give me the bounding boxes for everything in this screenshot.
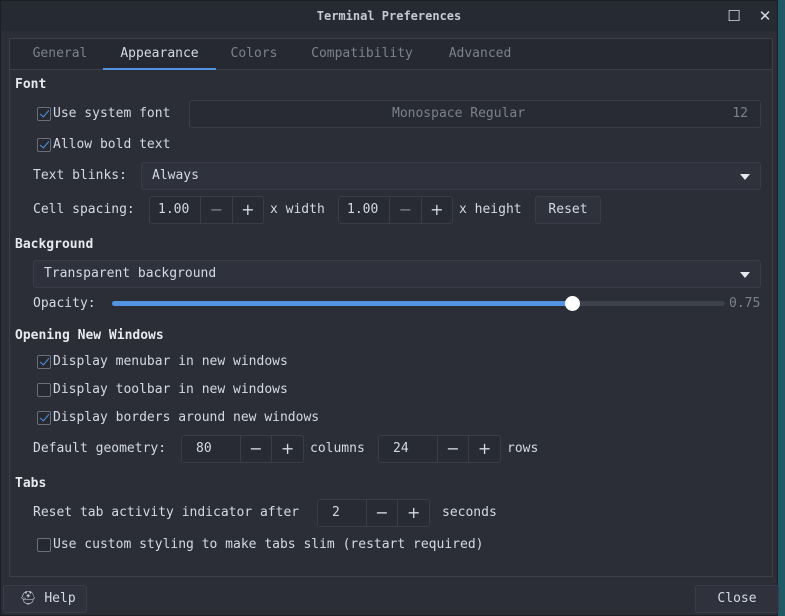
allow-bold-checkbox[interactable] [37, 138, 51, 152]
use-system-font-label[interactable]: Use system font [53, 106, 170, 121]
display-menubar-checkbox[interactable] [37, 355, 51, 369]
window-title: Terminal Preferences [316, 9, 462, 23]
font-size: 12 [732, 106, 748, 121]
display-borders-checkbox[interactable] [37, 411, 51, 425]
help-label: Help [44, 591, 76, 606]
cell-height-increment[interactable]: + [420, 197, 452, 223]
reset-spacing-button[interactable]: Reset [535, 196, 601, 224]
tab-advanced[interactable]: Advanced [440, 39, 520, 70]
font-heading: Font [15, 77, 47, 92]
cell-width-stepper[interactable]: 1.00 − + [149, 196, 264, 224]
rows-label: rows [507, 441, 539, 456]
help-button[interactable]: ⛑ Help [3, 585, 87, 613]
x-width-label: x width [270, 202, 325, 217]
background-heading: Background [15, 237, 94, 252]
activity-timeout-decrement[interactable]: − [365, 500, 398, 526]
new-windows-heading: Opening New Windows [15, 328, 164, 343]
tabs-heading: Tabs [15, 476, 47, 491]
dropdown-arrow-icon [740, 272, 750, 278]
opacity-value: 0.75 [729, 296, 761, 311]
text-blinks-value: Always [152, 168, 199, 183]
rows-stepper[interactable]: 24 − + [378, 435, 501, 463]
columns-value[interactable]: 80 [182, 436, 240, 462]
cell-width-decrement[interactable]: − [200, 197, 231, 223]
x-height-label: x height [459, 202, 522, 217]
close-icon[interactable]: ✕ [756, 7, 774, 25]
background-mode-value: Transparent background [44, 266, 217, 281]
tab-bar: General Appearance Colors Compatibility … [10, 39, 772, 70]
rows-value[interactable]: 24 [379, 436, 437, 462]
tab-compatibility[interactable]: Compatibility [304, 39, 420, 70]
columns-increment[interactable]: + [271, 436, 303, 462]
title-bar: Terminal Preferences ☐ ✕ [1, 1, 777, 31]
text-blinks-label: Text blinks: [33, 168, 127, 183]
display-borders-label[interactable]: Display borders around new windows [53, 410, 319, 425]
slim-tabs-checkbox[interactable] [37, 538, 51, 552]
columns-label: columns [310, 441, 365, 456]
cell-height-stepper[interactable]: 1.00 − + [338, 196, 453, 224]
default-geometry-label: Default geometry: [33, 441, 167, 456]
activity-timeout-value[interactable]: 2 [318, 500, 366, 526]
rows-increment[interactable]: + [468, 436, 500, 462]
display-menubar-label[interactable]: Display menubar in new windows [53, 354, 288, 369]
background-mode-dropdown[interactable]: Transparent background [33, 260, 761, 288]
dropdown-arrow-icon [740, 174, 750, 180]
maximize-icon[interactable]: ☐ [725, 7, 743, 25]
activity-timeout-increment[interactable]: + [397, 500, 429, 526]
cell-height-decrement[interactable]: − [389, 197, 420, 223]
activity-timeout-stepper[interactable]: 2 − + [317, 499, 430, 527]
cell-width-value[interactable]: 1.00 [150, 197, 200, 223]
tab-appearance[interactable]: Appearance [103, 39, 216, 70]
opacity-slider[interactable] [112, 296, 725, 311]
cell-height-value[interactable]: 1.00 [339, 197, 389, 223]
lifebuoy-icon: ⛑ [20, 591, 37, 606]
display-toolbar-label[interactable]: Display toolbar in new windows [53, 382, 288, 397]
tab-general[interactable]: General [24, 39, 96, 70]
seconds-label: seconds [442, 505, 497, 520]
allow-bold-label[interactable]: Allow bold text [53, 137, 170, 152]
opacity-slider-fill [112, 301, 572, 306]
slim-tabs-label[interactable]: Use custom styling to make tabs slim (re… [53, 537, 483, 552]
use-system-font-checkbox[interactable] [37, 107, 51, 121]
columns-decrement[interactable]: − [239, 436, 272, 462]
display-toolbar-checkbox[interactable] [37, 383, 51, 397]
preferences-window: Terminal Preferences ☐ ✕ General Appeara… [0, 0, 779, 616]
reset-activity-label: Reset tab activity indicator after [33, 505, 300, 520]
cell-width-increment[interactable]: + [231, 197, 263, 223]
opacity-slider-handle[interactable] [564, 296, 580, 311]
tab-colors[interactable]: Colors [224, 39, 284, 70]
cell-spacing-label: Cell spacing: [33, 202, 135, 217]
font-name: Monospace Regular [392, 106, 526, 121]
opacity-label: Opacity: [33, 296, 96, 311]
close-button[interactable]: Close [695, 585, 779, 613]
text-blinks-dropdown[interactable]: Always [141, 162, 761, 190]
columns-stepper[interactable]: 80 − + [181, 435, 304, 463]
rows-decrement[interactable]: − [436, 436, 469, 462]
font-chooser-button: Monospace Regular 12 [189, 100, 761, 128]
